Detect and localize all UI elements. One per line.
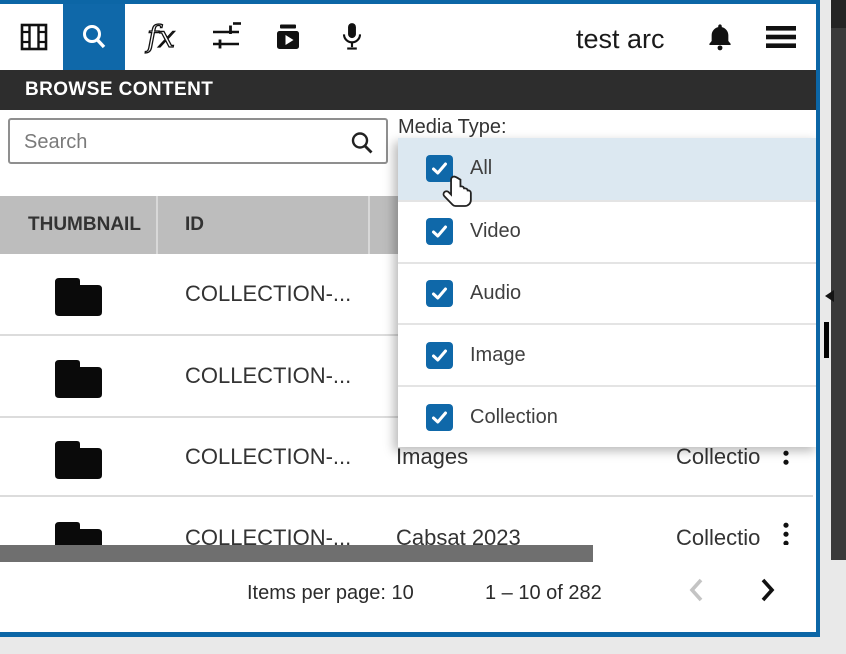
items-per-page-label: Items per page: 10 [247,582,414,605]
svg-text:fx: fx [145,20,175,55]
account-name[interactable]: test arc [576,24,665,55]
main-menu-button[interactable] [758,4,804,70]
cell-id: COLLECTION-... [185,444,351,470]
media-type-option-audio[interactable]: Audio [398,262,819,324]
horizontal-scrollbar[interactable] [0,545,820,562]
search-icon [78,21,110,53]
folder-icon [52,435,104,479]
microphone-icon [337,21,367,53]
fx-icon: fx [143,18,185,56]
checkbox-checked[interactable] [426,404,453,431]
option-label: Audio [470,282,521,305]
vertical-scrollbar-thumb[interactable] [824,322,829,358]
folder-icon [52,272,104,316]
media-type-label: Media Type: [398,116,507,139]
hand-cursor-icon [440,174,476,210]
next-page-button[interactable] [756,576,778,604]
column-separator [368,196,370,254]
page-range-label: 1 – 10 of 282 [485,582,602,605]
library-tab[interactable] [10,4,58,70]
media-library-tab[interactable] [264,4,312,70]
voice-tab[interactable] [330,4,374,70]
checkbox-checked[interactable] [426,280,453,307]
column-header-thumbnail[interactable]: THUMBNAIL [28,196,141,254]
media-type-option-image[interactable]: Image [398,323,819,385]
checkbox-checked[interactable] [426,218,453,245]
search-input[interactable] [22,122,346,162]
column-separator [156,196,158,254]
cell-id: COLLECTION-... [185,363,351,389]
option-label: Collection [470,406,558,429]
cell-type: Collectio [676,444,775,470]
video-library-icon [271,20,305,54]
folder-icon [52,354,104,398]
section-header-bar: BROWSE CONTENT [0,70,816,110]
cell-id: COLLECTION-... [185,281,351,307]
option-label: Image [470,344,526,367]
page-title: BROWSE CONTENT [25,79,213,101]
background-panel [831,0,846,560]
app-window: fx [0,0,820,637]
media-type-option-collection[interactable]: Collection [398,385,819,447]
option-label: Video [470,220,521,243]
hamburger-icon [765,25,797,49]
search-tab[interactable] [63,4,125,70]
search-field-icon[interactable] [348,129,376,157]
previous-page-button[interactable] [686,576,708,604]
notifications-button[interactable] [698,4,742,70]
panel-collapse-arrow-icon[interactable] [825,290,834,302]
media-type-dropdown: All Video Audio Image Collection [398,138,819,447]
settings-tab[interactable] [202,4,250,70]
checkbox-checked[interactable] [426,342,453,369]
search-field [8,118,388,164]
theaters-icon [18,21,50,53]
tune-icon [209,20,243,54]
cell-title: Images [396,444,468,470]
top-toolbar: fx [0,4,816,70]
effects-tab[interactable]: fx [140,4,188,70]
paginator: Items per page: 10 1 – 10 of 282 [0,562,820,632]
column-header-id[interactable]: ID [185,196,204,254]
bell-icon [705,21,735,53]
horizontal-scrollbar-thumb[interactable] [0,545,593,562]
background-panel-top [831,0,846,28]
